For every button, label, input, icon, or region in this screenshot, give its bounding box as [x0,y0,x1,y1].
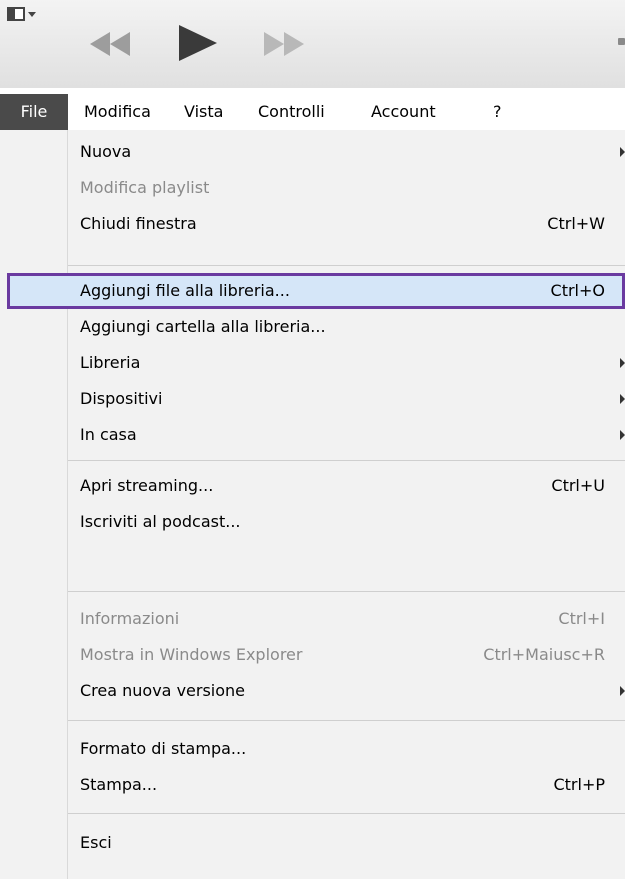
player-toolbar [0,0,625,88]
menu-help[interactable]: ? [493,94,502,130]
menu-item-in-casa[interactable]: In casa [0,418,625,452]
menu-item-apri-streaming[interactable]: Apri streaming... Ctrl+U [0,469,625,503]
rewind-icon[interactable] [88,28,132,60]
menu-item-label: Crea nuova versione [80,681,246,700]
window-menu-icon[interactable] [7,7,37,27]
menu-item-esci[interactable]: Esci [0,826,625,860]
menu-item-label: In casa [80,425,137,444]
menu-item-label: Nuova [80,142,132,161]
menu-item-shortcut: Ctrl+W [547,214,605,233]
menu-item-label: Aggiungi cartella alla libreria... [80,317,326,336]
menu-modifica[interactable]: Modifica [84,94,151,130]
menu-item-modifica-playlist: Modifica playlist [0,171,625,205]
menu-item-shortcut: Ctrl+O [550,281,605,300]
toolbar-edge-indicator [618,38,625,45]
menu-item-shortcut: Ctrl+P [553,775,605,794]
menu-item-label: Aggiungi file alla libreria... [80,281,290,300]
submenu-arrow-icon [620,147,625,157]
play-icon[interactable] [177,24,219,62]
menu-account[interactable]: Account [371,94,436,130]
submenu-arrow-icon [620,358,625,368]
menu-item-label: Iscriviti al podcast... [80,512,241,531]
menu-item-label: Stampa... [80,775,158,794]
file-dropdown-menu: Nuova Modifica playlist Chiudi finestra … [0,130,625,879]
menu-bar: File Modifica Vista Controlli Account ? [0,94,625,130]
menu-controlli[interactable]: Controlli [258,94,325,130]
menu-item-aggiungi-file[interactable]: Aggiungi file alla libreria... Ctrl+O [0,274,625,308]
menu-item-aggiungi-cartella[interactable]: Aggiungi cartella alla libreria... [0,310,625,344]
menu-vista[interactable]: Vista [184,94,223,130]
menu-item-chiudi-finestra[interactable]: Chiudi finestra Ctrl+W [0,207,625,241]
menu-item-label: Formato di stampa... [80,739,247,758]
menu-item-label: Libreria [80,353,141,372]
menu-separator [68,591,625,592]
menu-item-iscriviti-podcast[interactable]: Iscriviti al podcast... [0,505,625,539]
menu-item-shortcut: Ctrl+U [551,476,605,495]
menu-separator [68,460,625,461]
menu-item-label: Dispositivi [80,389,163,408]
menu-item-formato-stampa[interactable]: Formato di stampa... [0,732,625,766]
menu-item-label: Chiudi finestra [80,214,197,233]
menu-separator [68,813,625,814]
menu-item-informazioni: Informazioni Ctrl+I [0,602,625,636]
menu-item-label: Modifica playlist [80,178,210,197]
menu-item-crea-nuova-versione[interactable]: Crea nuova versione [0,674,625,708]
menu-item-stampa[interactable]: Stampa... Ctrl+P [0,768,625,802]
menu-item-dispositivi[interactable]: Dispositivi [0,382,625,416]
submenu-arrow-icon [620,686,625,696]
menu-item-shortcut: Ctrl+Maiusc+R [483,645,605,664]
menu-file[interactable]: File [0,94,68,130]
menu-item-label: Mostra in Windows Explorer [80,645,303,664]
menu-item-libreria[interactable]: Libreria [0,346,625,380]
menu-item-mostra-explorer: Mostra in Windows Explorer Ctrl+Maiusc+R [0,638,625,672]
menu-item-label: Informazioni [80,609,180,628]
menu-item-label: Esci [80,833,112,852]
menu-separator [68,720,625,721]
submenu-arrow-icon [620,430,625,440]
menu-separator [68,265,625,266]
menu-item-shortcut: Ctrl+I [558,609,605,628]
submenu-arrow-icon [620,394,625,404]
menu-item-label: Apri streaming... [80,476,214,495]
menu-item-nuova[interactable]: Nuova [0,135,625,169]
fast-forward-icon[interactable] [262,28,308,60]
